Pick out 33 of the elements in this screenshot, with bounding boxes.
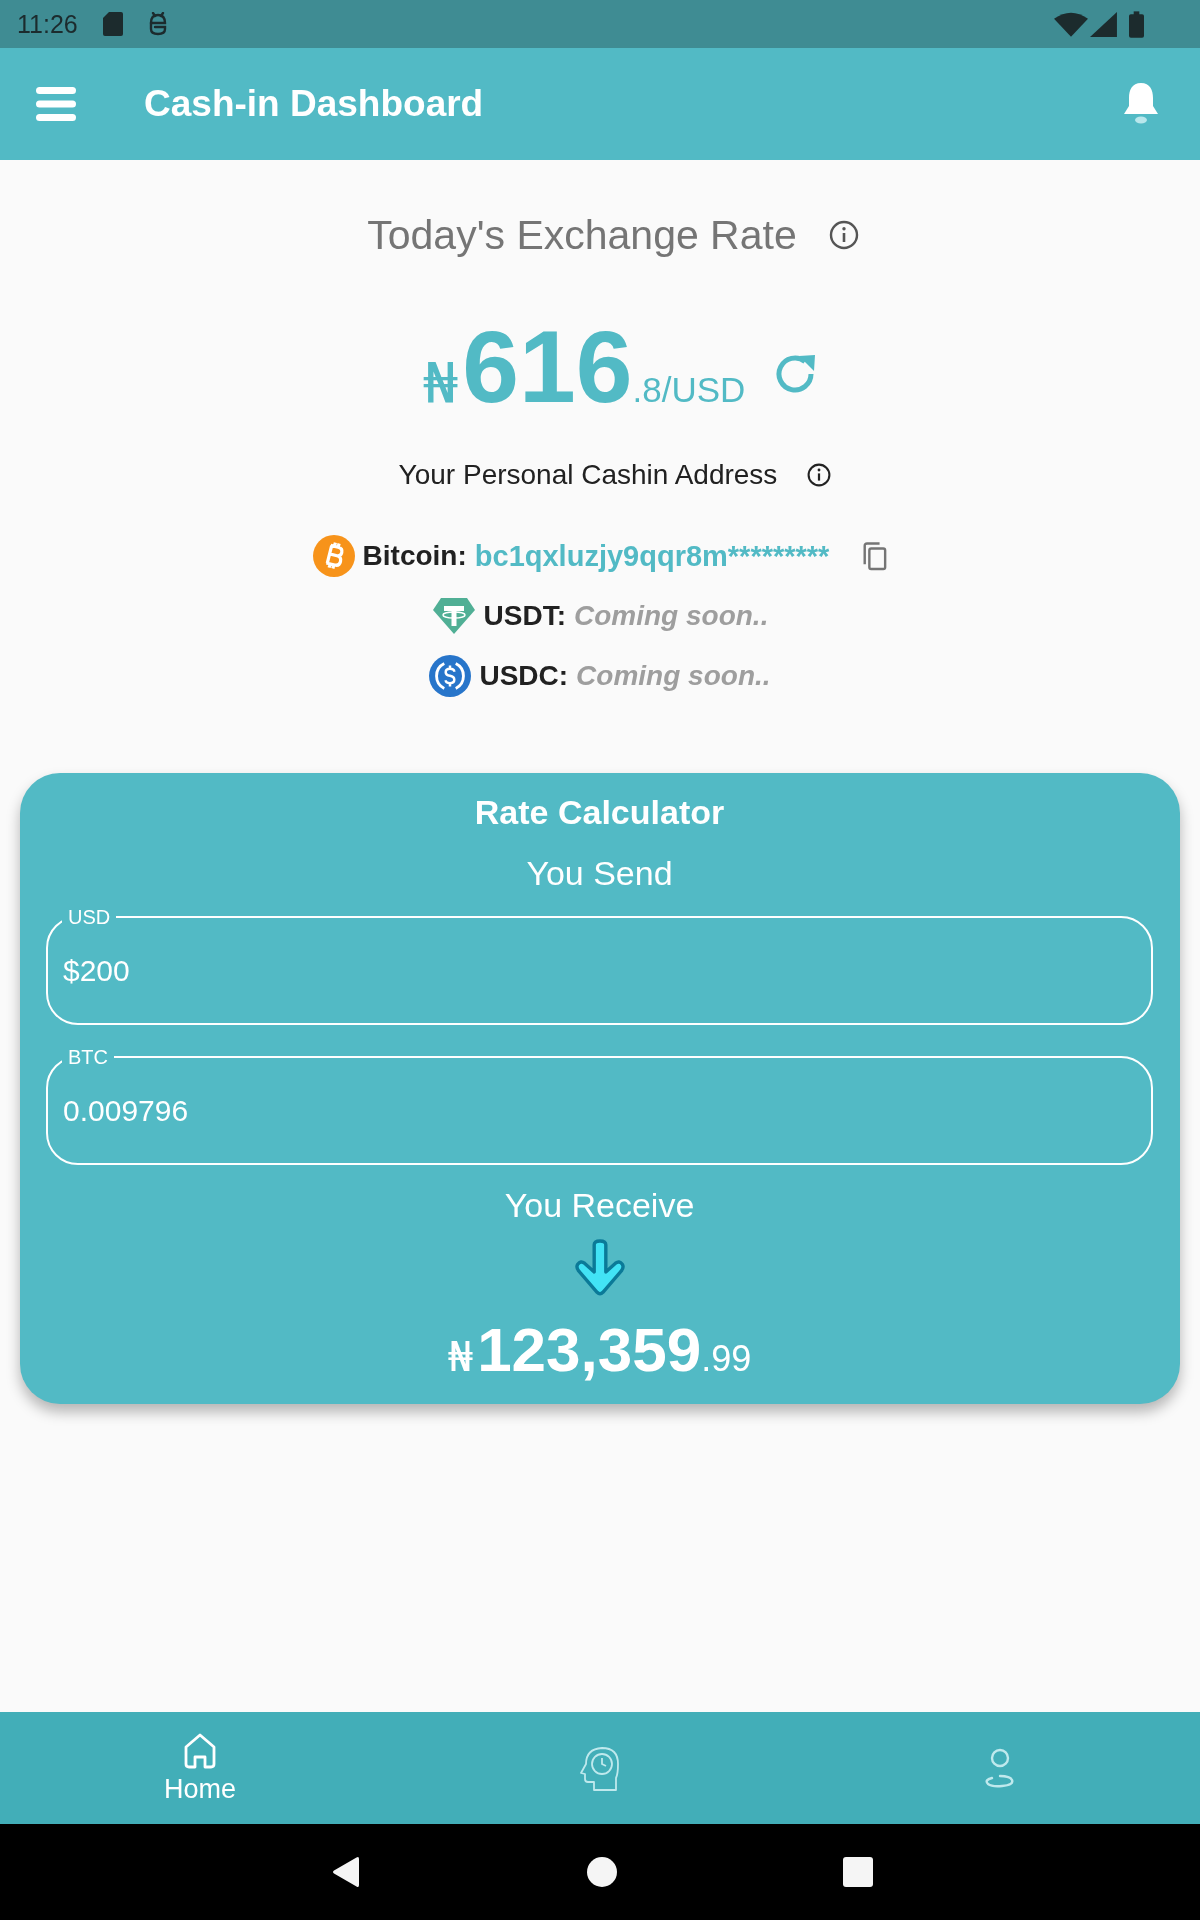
section-title: Today's Exchange Rate	[367, 211, 797, 260]
home-circle-icon[interactable]	[587, 1857, 617, 1887]
wifi-icon	[1054, 11, 1088, 37]
battery-icon	[1129, 10, 1144, 38]
send-label: You Send	[526, 853, 673, 893]
section-title: Your Personal Cashin Address	[398, 458, 778, 492]
square-icon[interactable]	[843, 1857, 873, 1887]
copy-icon[interactable]	[861, 541, 888, 571]
app-title: Cash-in Dashboard	[144, 83, 484, 125]
exchange-rate-value: ₦616.8/USD	[422, 316, 746, 418]
usdc-logo-icon	[429, 655, 472, 697]
head-clock-icon	[578, 1744, 622, 1792]
card-title: Rate Calculator	[474, 792, 725, 833]
sd-card-icon	[102, 12, 123, 36]
coming-soon-text: Coming soon..	[574, 600, 769, 632]
asset-label: Bitcoin:	[362, 540, 467, 572]
signal-icon	[1090, 11, 1117, 37]
receive-amount: ₦123,359.99	[447, 1317, 752, 1383]
receive-label: You Receive	[504, 1185, 695, 1225]
coming-soon-text: Coming soon..	[576, 660, 771, 692]
nav-tab[interactable]	[578, 1744, 622, 1792]
bitcoin-logo-icon	[312, 535, 355, 577]
refresh-icon[interactable]	[773, 352, 818, 396]
info-icon[interactable]	[828, 220, 859, 250]
asset-label: USDC:	[479, 660, 569, 692]
nav-tab[interactable]: Home	[164, 1731, 236, 1805]
tether-logo-icon	[431, 596, 476, 636]
wallet-address: bc1qxluzjy9qqr8m*********	[474, 539, 830, 573]
back-icon[interactable]	[331, 1856, 361, 1888]
asset-label: USDT:	[483, 600, 566, 632]
info-icon[interactable]	[807, 463, 832, 487]
clock-time: 11:26	[17, 9, 78, 39]
menu-icon[interactable]	[36, 87, 76, 121]
